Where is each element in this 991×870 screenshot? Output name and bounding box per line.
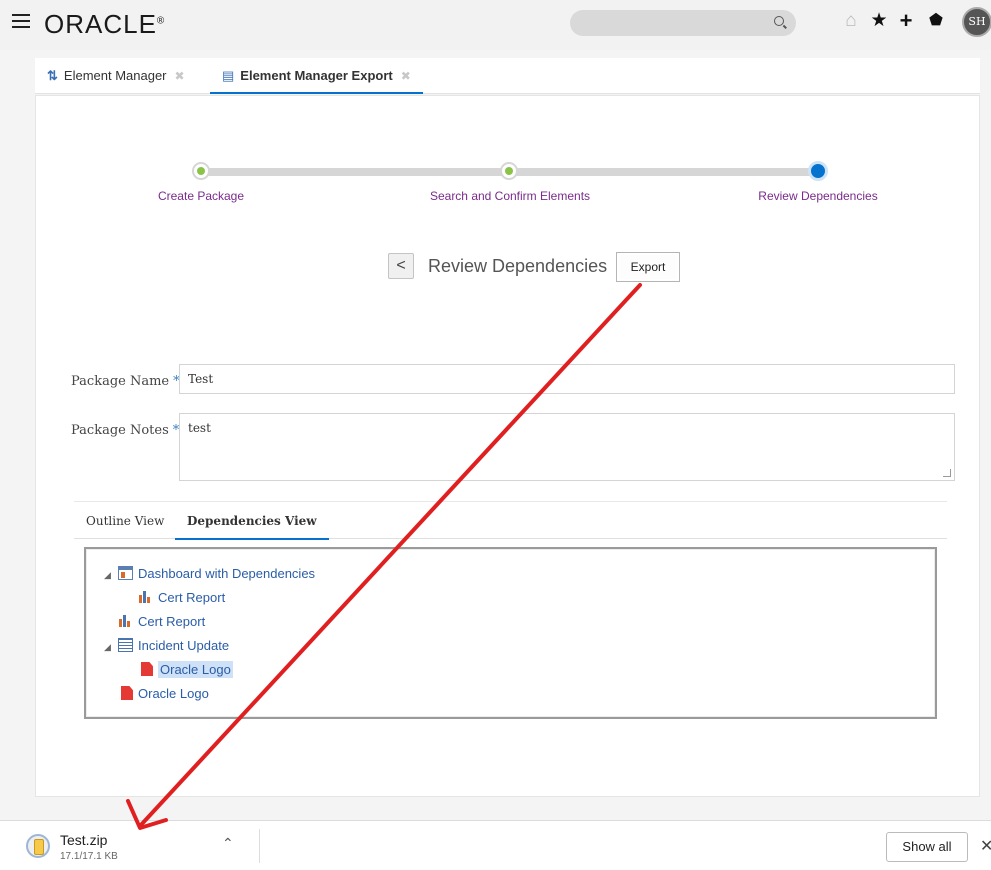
report-icon [118, 638, 133, 652]
tree-node-oracle-logo-child[interactable]: Oracle Logo [141, 660, 233, 680]
dependencies-tree: ◢ Dashboard with Dependencies Cert Report… [84, 547, 937, 719]
close-icon[interactable]: ✖ [175, 69, 185, 83]
tab-label: Element Manager Export [240, 68, 393, 83]
image-file-icon [141, 662, 153, 676]
package-notes-field[interactable]: test [179, 413, 955, 481]
back-button[interactable]: < [388, 253, 414, 279]
dashboard-icon [118, 566, 133, 580]
tree-node-label[interactable]: Oracle Logo [158, 661, 233, 678]
package-name-field[interactable]: Test [179, 364, 955, 394]
page-title: Review Dependencies [428, 256, 608, 276]
bar-chart-icon [138, 590, 153, 604]
download-bar: Test.zip 17.1/17.1 KB ⌃ Show all ✕ [0, 820, 991, 870]
tree-node-oracle-logo[interactable]: Oracle Logo [121, 684, 209, 704]
global-search[interactable] [570, 10, 796, 36]
tree-node-dashboard[interactable]: ◢ Dashboard with Dependencies [104, 564, 315, 584]
expand-triangle-icon[interactable]: ◢ [104, 565, 118, 585]
train-stop-review-dependencies[interactable] [808, 161, 828, 181]
package-name-label: Package Name * [71, 374, 180, 389]
train-stop-create-package[interactable] [192, 162, 210, 180]
train-stop-search-confirm[interactable] [500, 162, 518, 180]
tab-element-manager[interactable]: ⇅ Element Manager ✖ [47, 58, 185, 94]
tree-node-cert-report[interactable]: Cert Report [118, 612, 205, 632]
train-label-search-confirm[interactable]: Search and Confirm Elements [430, 189, 590, 203]
sort-arrows-icon: ⇅ [47, 68, 58, 83]
view-tabs: Outline View Dependencies View [74, 501, 947, 540]
tab-element-manager-export[interactable]: ▤ Element Manager Export ✖ [210, 58, 423, 94]
download-file-name[interactable]: Test.zip [60, 832, 107, 848]
tab-label: Element Manager [63, 68, 167, 83]
tree-node-label[interactable]: Cert Report [158, 590, 225, 605]
tree-node-label[interactable]: Incident Update [138, 638, 229, 653]
tree-node-label[interactable]: Dashboard with Dependencies [138, 566, 315, 581]
bar-chart-icon [118, 614, 133, 628]
star-icon[interactable]: ★ [868, 10, 890, 32]
tree-node-cert-report-child[interactable]: Cert Report [138, 588, 225, 608]
divider [259, 829, 260, 863]
image-file-icon [121, 686, 133, 700]
document-tab-bar: ⇅ Element Manager ✖ ▤ Element Manager Expor… [35, 58, 980, 94]
resize-handle-icon[interactable] [943, 469, 951, 477]
chevron-up-icon[interactable]: ⌃ [222, 835, 234, 852]
train-label-review-dependencies[interactable]: Review Dependencies [758, 189, 877, 203]
download-file-size: 17.1/17.1 KB [60, 851, 118, 862]
export-doc-icon: ▤ [222, 68, 235, 83]
tree-node-incident-update[interactable]: ◢ Incident Update [104, 636, 229, 656]
tab-dependencies-view[interactable]: Dependencies View [175, 502, 329, 540]
tab-outline-view[interactable]: Outline View [86, 502, 164, 540]
pin-icon[interactable]: ⬟ [925, 10, 947, 32]
plus-icon[interactable]: + [895, 10, 917, 32]
user-avatar[interactable]: SH [962, 7, 991, 37]
expand-triangle-icon[interactable]: ◢ [104, 637, 118, 657]
export-wizard-panel: Create Package Search and Confirm Elemen… [35, 95, 980, 797]
train-label-create-package[interactable]: Create Package [158, 189, 244, 203]
tree-node-label[interactable]: Oracle Logo [138, 686, 209, 701]
package-notes-label: Package Notes * [71, 423, 180, 438]
zip-file-icon[interactable] [26, 834, 50, 858]
export-button[interactable]: Export [616, 252, 680, 282]
tree-node-label[interactable]: Cert Report [138, 614, 205, 629]
close-icon[interactable]: ✕ [980, 836, 991, 856]
close-icon[interactable]: ✖ [401, 69, 411, 83]
menu-icon[interactable] [12, 14, 30, 28]
app-header: ORACLE® ⌂ ★ + ⬟ SH [0, 0, 991, 50]
show-all-button[interactable]: Show all [886, 832, 968, 862]
search-icon[interactable] [774, 16, 784, 26]
home-icon[interactable]: ⌂ [840, 10, 862, 32]
oracle-logo: ORACLE® [44, 9, 166, 39]
